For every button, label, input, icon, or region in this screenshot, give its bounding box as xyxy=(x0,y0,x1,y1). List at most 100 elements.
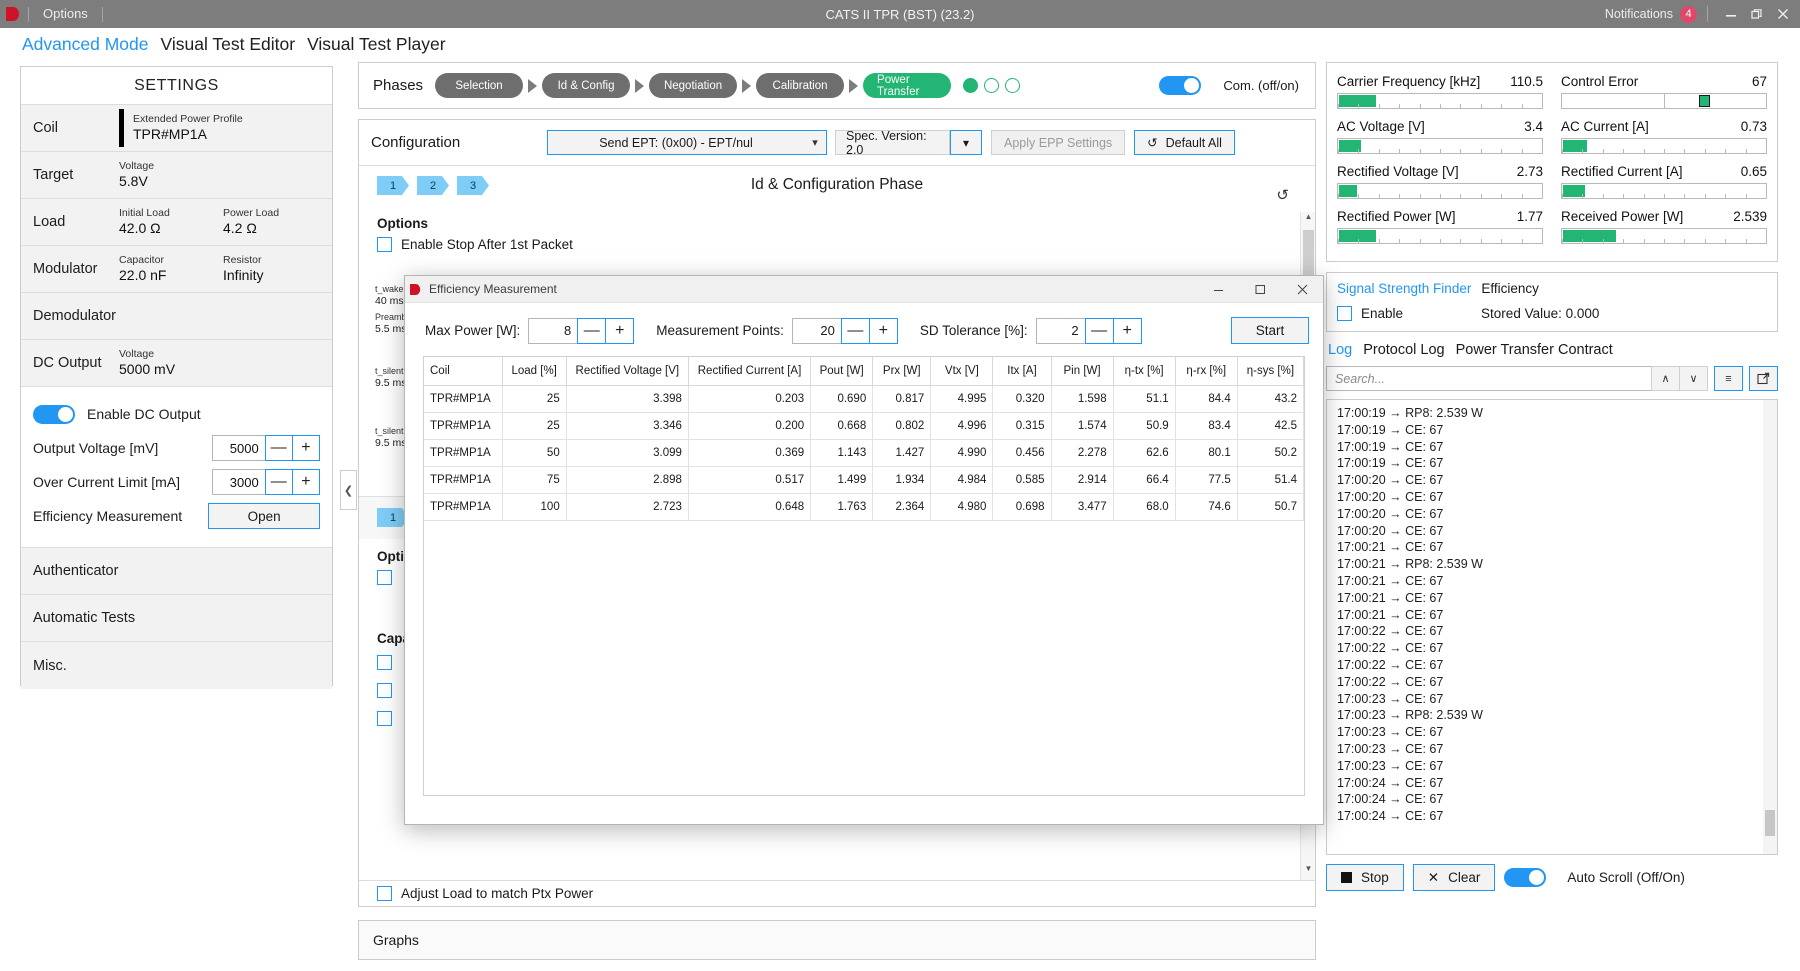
open-efficiency-measurement-button[interactable]: Open xyxy=(208,503,320,529)
max-power-input[interactable]: 8 xyxy=(528,317,579,344)
dialog-minimize-button[interactable] xyxy=(1197,276,1239,303)
default-all-button[interactable]: ↺ Default All xyxy=(1134,130,1235,155)
phase-chip-id-config[interactable]: Id & Config xyxy=(542,73,631,98)
settings-row-modulator[interactable]: Modulator Capacitor 22.0 nF Resistor Inf… xyxy=(21,246,332,293)
settings-row-misc[interactable]: Misc. xyxy=(21,642,332,689)
column-header[interactable]: Rectified Current [A] xyxy=(688,357,812,386)
column-header[interactable]: Vtx [V] xyxy=(930,357,994,386)
apply-epp-settings-button[interactable]: Apply EPP Settings xyxy=(991,130,1126,155)
sd-tolerance-plus-button[interactable]: + xyxy=(1112,317,1142,344)
enable-dc-output-row[interactable]: Enable DC Output xyxy=(33,397,320,431)
settings-row-authenticator[interactable]: Authenticator xyxy=(21,548,332,595)
clear-button[interactable]: ✕ Clear xyxy=(1412,864,1496,891)
scrollbar-thumb[interactable] xyxy=(1765,810,1775,836)
capability-checkbox-3[interactable] xyxy=(377,711,392,726)
over-current-input[interactable]: 3000 xyxy=(212,469,266,495)
tab-power-transfer-contract[interactable]: Power Transfer Contract xyxy=(1456,342,1613,358)
column-header[interactable]: η-tx [%] xyxy=(1113,357,1176,386)
collapse-sidebar-handle[interactable]: ❮ xyxy=(340,470,357,510)
column-header[interactable]: η-rx [%] xyxy=(1175,357,1238,386)
meter-value: 2.539 xyxy=(1733,209,1767,224)
spec-version-select[interactable]: Spec. Version: 2.0 ▾ xyxy=(835,129,982,157)
phase-chip-calibration[interactable]: Calibration xyxy=(756,73,845,98)
log-scrollbar[interactable] xyxy=(1763,400,1777,854)
measurement-points-minus-button[interactable]: — xyxy=(840,317,870,344)
log-output-list[interactable]: 17:00:19 → RP8: 2.539 W 17:00:19 → CE: 67… xyxy=(1326,399,1778,855)
settings-row-dc-output[interactable]: DC Output Voltage 5000 mV xyxy=(21,340,332,387)
phase-chip-selection[interactable]: Selection xyxy=(435,73,524,98)
column-header[interactable]: Prx [W] xyxy=(872,357,932,386)
start-measurement-button[interactable]: Start xyxy=(1231,317,1309,344)
capability-checkbox-2[interactable] xyxy=(377,683,392,698)
scroll-down-arrow-icon[interactable]: ▼ xyxy=(1301,864,1315,880)
table-row[interactable]: TPR#MP1A 25 3.398 0.203 0.690 0.817 4.995 0.320… xyxy=(424,385,1304,413)
tab-visual-test-player[interactable]: Visual Test Player xyxy=(307,34,445,55)
tab-log[interactable]: Log xyxy=(1328,342,1352,358)
signal-strength-enable-checkbox[interactable] xyxy=(1337,306,1352,321)
output-voltage-input[interactable]: 5000 xyxy=(212,435,266,461)
column-header[interactable]: Pin [W] xyxy=(1051,357,1114,386)
column-header[interactable]: Pout [W] xyxy=(810,357,874,386)
sd-tolerance-minus-button[interactable]: — xyxy=(1084,317,1114,344)
maximize-restore-button[interactable] xyxy=(1744,0,1770,28)
tab-visual-test-editor[interactable]: Visual Test Editor xyxy=(160,34,295,55)
settings-row-load[interactable]: Load Initial Load 42.0 Ω Power Load 4.2 … xyxy=(21,199,332,246)
tab-efficiency[interactable]: Efficiency xyxy=(1481,281,1539,296)
output-voltage-minus-button[interactable]: — xyxy=(264,435,293,461)
settings-row-target[interactable]: Target Voltage 5.8V xyxy=(21,152,332,199)
phase-chip-power-transfer[interactable]: Power Transfer xyxy=(863,73,952,98)
log-popout-icon[interactable] xyxy=(1749,366,1778,391)
search-next-icon[interactable]: ∨ xyxy=(1679,366,1708,391)
max-power-plus-button[interactable]: + xyxy=(605,317,635,344)
adjust-load-row[interactable]: Adjust Load to match Ptx Power xyxy=(359,880,1315,906)
graphs-panel[interactable]: Graphs xyxy=(358,920,1316,960)
log-search-input[interactable]: Search... xyxy=(1326,366,1652,391)
tab-protocol-log[interactable]: Protocol Log xyxy=(1363,342,1444,358)
output-voltage-plus-button[interactable]: + xyxy=(291,435,320,461)
settings-row-automatic-tests[interactable]: Automatic Tests xyxy=(21,595,332,642)
capability-checkbox-1[interactable] xyxy=(377,655,392,670)
measurement-points-plus-button[interactable]: + xyxy=(868,317,898,344)
checkbox[interactable] xyxy=(377,237,392,252)
refresh-icon[interactable]: ↺ xyxy=(1276,186,1289,204)
log-options-icon[interactable]: ≡ xyxy=(1714,366,1743,391)
column-header[interactable]: η-sys [%] xyxy=(1237,357,1304,386)
dialog-maximize-button[interactable] xyxy=(1239,276,1281,303)
notifications-badge[interactable]: 4 xyxy=(1680,5,1697,23)
stop-button[interactable]: Stop xyxy=(1326,864,1404,891)
lower-option-checkbox[interactable] xyxy=(377,570,392,585)
table-row[interactable]: TPR#MP1A 100 2.723 0.648 1.763 2.364 4.980 0.69… xyxy=(424,493,1304,521)
option-stop-after-first-packet[interactable]: Enable Stop After 1st Packet xyxy=(377,237,1315,252)
settings-row-coil[interactable]: Coil Extended Power Profile TPR#MP1A xyxy=(21,105,332,152)
search-previous-icon[interactable]: ∧ xyxy=(1651,366,1680,391)
table-row[interactable]: TPR#MP1A 25 3.346 0.200 0.668 0.802 4.996 0.315… xyxy=(424,412,1304,440)
column-header[interactable]: Coil xyxy=(424,357,503,386)
tab-signal-strength-finder[interactable]: Signal Strength Finder xyxy=(1337,281,1471,296)
enable-dc-output-toggle[interactable] xyxy=(33,404,75,424)
efficiency-results-table-wrap[interactable]: Coil Load [%] Rectified Voltage [V] Rectifi… xyxy=(423,356,1305,796)
menu-options[interactable]: Options xyxy=(31,0,100,28)
send-ept-select[interactable]: Send EPT: (0x00) - EPT/nul ▾ xyxy=(547,130,827,155)
adjust-load-checkbox[interactable] xyxy=(377,886,392,901)
auto-scroll-toggle[interactable] xyxy=(1504,868,1547,887)
dialog-close-button[interactable] xyxy=(1281,276,1323,303)
table-row[interactable]: TPR#MP1A 50 3.099 0.369 1.143 1.427 4.990 0.456… xyxy=(424,439,1304,467)
scroll-up-arrow-icon[interactable]: ▲ xyxy=(1301,212,1315,228)
column-header[interactable]: Itx [A] xyxy=(992,357,1052,386)
chevron-down-icon[interactable]: ▾ xyxy=(950,130,982,155)
com-toggle[interactable] xyxy=(1159,76,1202,95)
column-header[interactable]: Rectified Voltage [V] xyxy=(566,357,689,386)
tab-advanced-mode[interactable]: Advanced Mode xyxy=(22,34,148,55)
notifications-label[interactable]: Notifications xyxy=(1605,7,1673,21)
settings-row-demodulator[interactable]: Demodulator xyxy=(21,293,332,340)
measurement-points-input[interactable]: 20 xyxy=(791,317,842,344)
table-row[interactable]: TPR#MP1A 75 2.898 0.517 1.499 1.934 4.984 0.585… xyxy=(424,466,1304,494)
sd-tolerance-input[interactable]: 2 xyxy=(1035,317,1086,344)
minimize-button[interactable] xyxy=(1718,0,1744,28)
phase-chip-negotiation[interactable]: Negotiation xyxy=(649,73,738,98)
column-header[interactable]: Load [%] xyxy=(502,357,567,386)
close-button[interactable] xyxy=(1770,0,1796,28)
max-power-minus-button[interactable]: — xyxy=(577,317,607,344)
over-current-plus-button[interactable]: + xyxy=(291,469,320,495)
over-current-minus-button[interactable]: — xyxy=(264,469,293,495)
